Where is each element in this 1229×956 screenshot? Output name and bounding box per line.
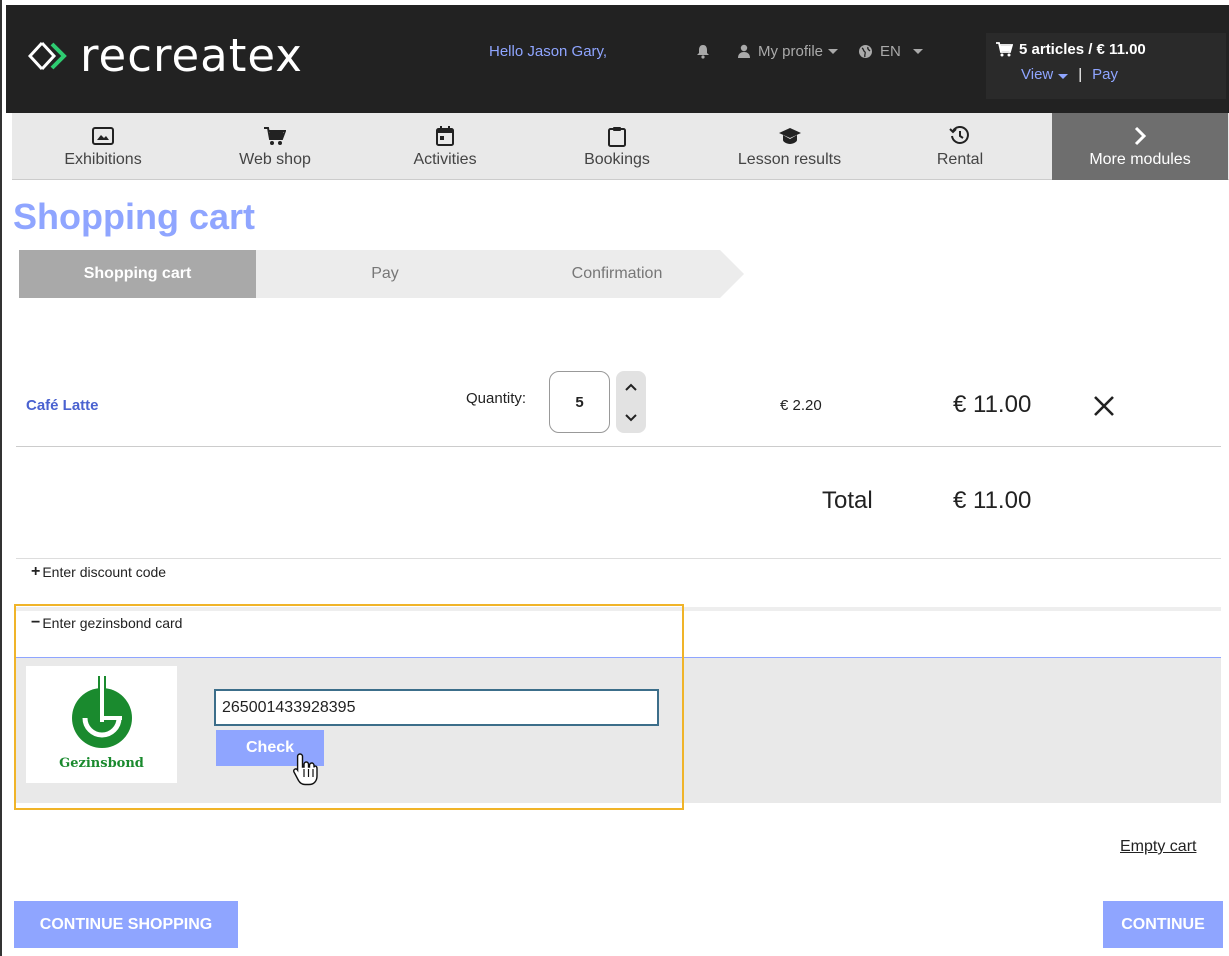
step-confirmation: Confirmation: [494, 250, 744, 298]
brand-name: recreatex: [80, 29, 303, 82]
clipboard-icon: [608, 126, 626, 147]
history-icon: [949, 126, 969, 144]
total-value: € 11.00: [953, 487, 1032, 514]
nav-item-exhibitions[interactable]: Exhibitions: [43, 113, 163, 180]
calendar-icon: [436, 126, 454, 146]
line-total: € 11.00: [953, 391, 1032, 418]
nav-label: Bookings: [584, 151, 650, 168]
remove-item-button[interactable]: [1093, 395, 1115, 422]
graduation-cap-icon: [778, 128, 801, 144]
nav-item-activities[interactable]: Activities: [385, 113, 505, 180]
notifications-button[interactable]: [696, 44, 717, 59]
gezinsbond-toggle[interactable]: − Enter gezinsbond card: [31, 614, 182, 632]
nav-label: Rental: [936, 151, 984, 168]
mini-cart: 5 articles / € 11.00 View | Pay: [986, 33, 1226, 99]
mini-cart-summary[interactable]: 5 articles / € 11.00: [996, 41, 1146, 58]
minus-icon: −: [31, 614, 41, 631]
user-icon: [738, 44, 750, 58]
module-nav: Exhibitions Web shop Activities Bookings…: [12, 113, 1229, 180]
gezinsbond-card-input[interactable]: [214, 689, 659, 726]
quantity-decrease-button[interactable]: [616, 402, 646, 433]
cart-icon: [996, 42, 1013, 57]
mini-cart-actions: View | Pay: [1021, 66, 1118, 83]
nav-item-rental[interactable]: Rental: [900, 113, 1020, 180]
chevron-down-icon: [912, 49, 923, 54]
gezinsbond-logo-text: Gezinsbond: [59, 756, 144, 771]
chevron-right-icon: [1134, 126, 1147, 146]
window-frame: [0, 0, 2, 956]
quantity-label: Quantity:: [466, 390, 527, 407]
continue-button[interactable]: CONTINUE: [1103, 901, 1223, 948]
header-tools: My profile EN: [696, 43, 943, 60]
chevron-down-icon: [625, 413, 637, 421]
close-icon: [1094, 396, 1114, 416]
gezinsbond-label: Enter gezinsbond card: [42, 615, 183, 631]
divider: [16, 607, 1221, 611]
profile-menu[interactable]: My profile: [737, 43, 839, 60]
page-title: Shopping cart: [13, 196, 255, 237]
hand-cursor-icon: [293, 753, 318, 786]
divider: [16, 446, 1221, 447]
logo-mark-icon: [28, 41, 67, 70]
language-label: EN: [880, 43, 901, 60]
profile-label: My profile: [758, 43, 824, 60]
total-label: Total: [822, 487, 873, 514]
product-name-link[interactable]: Café Latte: [26, 397, 99, 414]
plus-icon: +: [31, 563, 41, 580]
divider: [16, 558, 1221, 559]
discount-code-label: Enter discount code: [42, 564, 167, 580]
greeting: Hello Jason Gary,: [489, 43, 608, 60]
quantity-input[interactable]: 5: [549, 371, 610, 433]
chevron-down-icon: [1058, 74, 1069, 79]
nav-item-lesson-results[interactable]: Lesson results: [712, 113, 867, 180]
empty-cart-link[interactable]: Empty cart: [1120, 838, 1196, 856]
step-pay: Pay: [256, 250, 518, 298]
chevron-down-icon: [828, 49, 839, 54]
cart-summary-text: 5 articles / € 11.00: [1019, 41, 1146, 58]
cart-icon: [264, 127, 286, 145]
globe-icon: [859, 45, 873, 58]
more-modules-label: More modules: [1089, 151, 1191, 168]
gezinsbond-logo-icon: [71, 676, 132, 748]
nav-label: Web shop: [239, 151, 311, 168]
language-menu[interactable]: EN: [858, 43, 923, 60]
gezinsbond-logo: Gezinsbond: [26, 666, 177, 783]
more-modules-button[interactable]: More modules: [1052, 113, 1228, 180]
discount-code-toggle[interactable]: + Enter discount code: [31, 563, 166, 581]
brand-logo[interactable]: recreatex: [28, 33, 303, 78]
nav-label: Activities: [413, 151, 477, 168]
image-icon: [92, 127, 114, 145]
gezinsbond-panel: [16, 658, 1221, 803]
pay-link[interactable]: Pay: [1092, 66, 1118, 83]
continue-shopping-button[interactable]: CONTINUE SHOPPING: [14, 901, 238, 948]
view-cart-link[interactable]: View: [1021, 66, 1069, 83]
chevron-up-icon: [625, 383, 637, 391]
quantity-stepper: [616, 371, 646, 433]
nav-item-bookings[interactable]: Bookings: [557, 113, 677, 180]
nav-label: Lesson results: [737, 151, 842, 168]
unit-price: € 2.20: [780, 397, 822, 414]
nav-label: Exhibitions: [64, 151, 142, 168]
quantity-increase-button[interactable]: [616, 371, 646, 402]
nav-item-web-shop[interactable]: Web shop: [215, 113, 335, 180]
separator: |: [1078, 66, 1083, 83]
step-shopping-cart: Shopping cart: [19, 250, 280, 298]
bell-icon: [697, 45, 709, 59]
top-header: recreatex Hello Jason Gary, My profile E…: [6, 5, 1229, 113]
